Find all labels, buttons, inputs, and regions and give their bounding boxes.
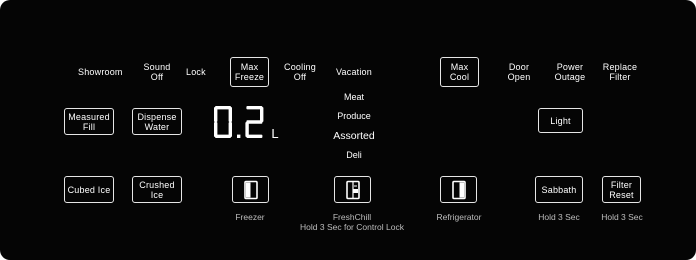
filter-hold-caption: Hold 3 Sec bbox=[601, 212, 643, 222]
freezer-button[interactable] bbox=[232, 176, 269, 203]
control-panel: Showroom Sound Off Lock Max Freeze Cooli… bbox=[0, 0, 696, 260]
sabbath-hold-caption: Hold 3 Sec bbox=[538, 212, 580, 222]
measured-fill-button[interactable]: Measured Fill bbox=[64, 108, 114, 135]
cooling-off-label: Cooling Off bbox=[284, 62, 316, 82]
refrigerator-button[interactable] bbox=[440, 176, 477, 203]
filter-reset-button[interactable]: Filter Reset bbox=[602, 176, 641, 203]
volume-display: L bbox=[214, 106, 279, 141]
cubed-ice-button[interactable]: Cubed Ice bbox=[64, 176, 114, 203]
power-outage-label: Power Outage bbox=[554, 62, 586, 82]
light-button[interactable]: Light bbox=[538, 108, 583, 133]
max-freeze-button[interactable]: Max Freeze bbox=[230, 57, 269, 87]
vacation-label: Vacation bbox=[336, 67, 372, 77]
max-cool-button[interactable]: Max Cool bbox=[440, 57, 479, 87]
mode-produce: Produce bbox=[337, 111, 371, 121]
freshchill-drawer-icon bbox=[345, 180, 360, 199]
display-decimal-point bbox=[237, 134, 241, 138]
showroom-label: Showroom bbox=[78, 67, 123, 77]
freshchill-button[interactable] bbox=[334, 176, 371, 203]
display-digit bbox=[245, 106, 264, 138]
crushed-ice-button[interactable]: Crushed Ice bbox=[132, 176, 182, 203]
sabbath-button[interactable]: Sabbath bbox=[535, 176, 583, 203]
display-digit bbox=[214, 106, 232, 138]
door-open-label: Door Open bbox=[507, 62, 531, 82]
refrigerator-door-icon bbox=[451, 180, 466, 199]
freezer-door-icon bbox=[243, 180, 258, 199]
mode-deli: Deli bbox=[346, 150, 362, 160]
control-lock-caption: Hold 3 Sec for Control Lock bbox=[300, 222, 404, 232]
refrigerator-caption: Refrigerator bbox=[436, 212, 482, 222]
mode-assorted: Assorted bbox=[333, 130, 375, 142]
freshchill-caption: FreshChill bbox=[332, 212, 372, 222]
display-unit: L bbox=[271, 126, 278, 141]
lock-label: Lock bbox=[186, 67, 206, 77]
mode-meat: Meat bbox=[343, 92, 364, 102]
replace-filter-label: Replace Filter bbox=[602, 62, 638, 82]
sound-off-label: Sound Off bbox=[143, 62, 171, 82]
dispense-water-button[interactable]: Dispense Water bbox=[132, 108, 182, 135]
freezer-caption: Freezer bbox=[235, 212, 265, 222]
